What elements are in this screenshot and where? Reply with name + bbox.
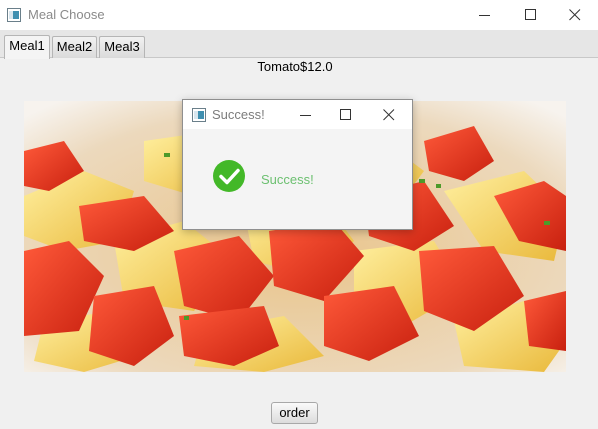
close-icon: [383, 109, 395, 121]
minimize-button[interactable]: [462, 0, 508, 30]
tab-meal3[interactable]: Meal3: [99, 36, 145, 58]
dialog-title: Success!: [212, 107, 265, 122]
dialog-app-icon: [192, 108, 206, 122]
tab-bar: Meal1 Meal2 Meal3: [0, 30, 598, 59]
minimize-icon: [300, 115, 311, 116]
dialog-titlebar[interactable]: Success!: [183, 100, 412, 129]
minimize-icon: [479, 15, 490, 16]
meal-name-price: Tomato$12.0: [257, 59, 333, 74]
order-button[interactable]: order: [271, 402, 318, 424]
close-button[interactable]: [552, 0, 598, 30]
success-check-icon: [212, 159, 246, 193]
close-icon: [569, 9, 581, 21]
tab-meal2[interactable]: Meal2: [52, 36, 97, 58]
tab-meal1[interactable]: Meal1: [4, 35, 50, 59]
dialog-minimize-button[interactable]: [286, 100, 326, 129]
app-icon: [7, 8, 21, 22]
success-message: Success!: [261, 172, 314, 187]
success-dialog: Success! Success!: [182, 99, 413, 230]
dialog-maximize-button[interactable]: [326, 100, 366, 129]
maximize-icon: [525, 9, 536, 20]
maximize-icon: [340, 109, 351, 120]
window-title: Meal Choose: [28, 7, 105, 22]
maximize-button[interactable]: [508, 0, 554, 30]
dialog-close-button[interactable]: [369, 100, 409, 129]
window-titlebar[interactable]: Meal Choose: [0, 0, 598, 30]
